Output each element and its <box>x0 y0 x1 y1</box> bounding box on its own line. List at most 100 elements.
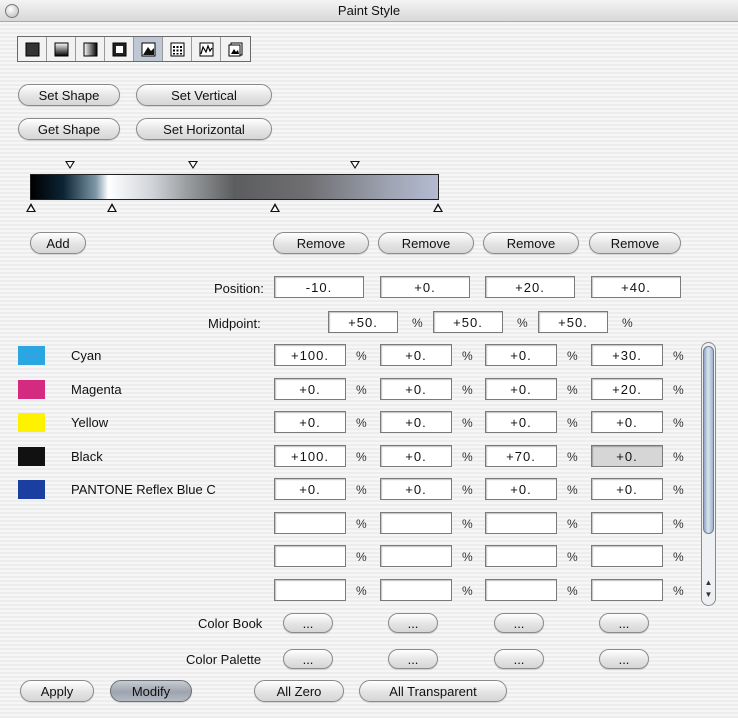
midpoint-field[interactable]: +50. <box>328 311 398 333</box>
ink-value-field[interactable] <box>274 545 346 567</box>
ink-value-field[interactable]: +0. <box>485 344 557 366</box>
midpoint-unit: % <box>517 316 528 330</box>
solid-fill-icon[interactable] <box>18 37 47 61</box>
color-book-button[interactable]: ... <box>494 613 544 633</box>
ink-value-field[interactable] <box>380 579 452 601</box>
ink-value-field[interactable]: +70. <box>485 445 557 467</box>
ink-value-field[interactable]: +0. <box>591 411 663 433</box>
ink-value-unit: % <box>462 517 473 531</box>
ink-value-field[interactable]: +0. <box>380 378 452 400</box>
midpoint-marker[interactable] <box>188 161 198 169</box>
midpoint-field[interactable]: +50. <box>433 311 503 333</box>
color-book-button[interactable]: ... <box>283 613 333 633</box>
ink-value-field[interactable] <box>274 512 346 534</box>
ink-value-unit: % <box>673 383 684 397</box>
horizontal-gradient-icon[interactable] <box>76 37 105 61</box>
ink-value-field[interactable]: +0. <box>380 478 452 500</box>
ink-value-unit: % <box>567 416 578 430</box>
midpoint-field[interactable]: +50. <box>538 311 608 333</box>
ink-value-field[interactable]: +0. <box>380 445 452 467</box>
ink-value-field[interactable]: +100. <box>274 445 346 467</box>
ink-value-field[interactable]: +0. <box>485 411 557 433</box>
color-stop-marker[interactable] <box>270 203 280 212</box>
ink-value-unit: % <box>567 450 578 464</box>
ink-value-field[interactable]: +0. <box>274 478 346 500</box>
wave-chart-icon[interactable] <box>192 37 221 61</box>
pattern-grid-icon[interactable] <box>163 37 192 61</box>
ink-value-field[interactable] <box>591 579 663 601</box>
ink-value-field[interactable] <box>380 545 452 567</box>
midpoint-marker[interactable] <box>65 161 75 169</box>
apply-button[interactable]: Apply <box>20 680 94 702</box>
all-transparent-button[interactable]: All Transparent <box>359 680 507 702</box>
ink-value-unit: % <box>673 483 684 497</box>
remove-stop-button[interactable]: Remove <box>483 232 579 254</box>
color-palette-label: Color Palette <box>186 652 262 667</box>
set-shape-button[interactable]: Set Shape <box>18 84 120 106</box>
color-stop-marker[interactable] <box>433 203 443 212</box>
color-palette-button[interactable]: ... <box>388 649 438 669</box>
position-field[interactable]: -10. <box>274 276 364 298</box>
color-palette-button[interactable]: ... <box>494 649 544 669</box>
ink-name: PANTONE Reflex Blue C <box>71 482 216 497</box>
ink-value-field[interactable]: +0. <box>485 378 557 400</box>
ink-value-unit: % <box>673 416 684 430</box>
midpoint-marker[interactable] <box>350 161 360 169</box>
midpoint-unit: % <box>412 316 423 330</box>
vertical-gradient-icon[interactable] <box>47 37 76 61</box>
ink-value-field[interactable]: +0. <box>274 378 346 400</box>
ink-value-field[interactable]: +0. <box>485 478 557 500</box>
ink-value-unit: % <box>356 517 367 531</box>
ink-value-field[interactable]: +0. <box>591 478 663 500</box>
ink-value-field[interactable]: +0. <box>591 445 663 467</box>
ink-swatch[interactable] <box>18 413 45 432</box>
color-stop-marker[interactable] <box>107 203 117 212</box>
position-field[interactable]: +0. <box>380 276 470 298</box>
ink-value-field[interactable] <box>591 545 663 567</box>
all-zero-button[interactable]: All Zero <box>254 680 344 702</box>
ink-swatch[interactable] <box>18 480 45 499</box>
ink-value-unit: % <box>673 550 684 564</box>
ink-swatch[interactable] <box>18 380 45 399</box>
position-field[interactable]: +40. <box>591 276 681 298</box>
square-gradient-icon[interactable] <box>105 37 134 61</box>
ink-value-field[interactable]: +0. <box>380 344 452 366</box>
color-book-button[interactable]: ... <box>388 613 438 633</box>
ink-value-field[interactable]: +30. <box>591 344 663 366</box>
ink-value-field[interactable]: +0. <box>274 411 346 433</box>
color-palette-button[interactable]: ... <box>599 649 649 669</box>
set-horizontal-button[interactable]: Set Horizontal <box>136 118 272 140</box>
ink-value-field[interactable] <box>274 579 346 601</box>
set-vertical-button[interactable]: Set Vertical <box>136 84 272 106</box>
ink-value-field[interactable]: +0. <box>380 411 452 433</box>
ink-value-unit: % <box>567 584 578 598</box>
ink-value-field[interactable] <box>591 512 663 534</box>
remove-stop-button[interactable]: Remove <box>273 232 369 254</box>
get-shape-button[interactable]: Get Shape <box>18 118 120 140</box>
ink-value-unit: % <box>462 349 473 363</box>
ink-swatch[interactable] <box>18 346 45 365</box>
remove-stop-button[interactable]: Remove <box>378 232 474 254</box>
scrollbar-thumb[interactable] <box>703 346 714 534</box>
modify-button[interactable]: Modify <box>110 680 192 702</box>
ink-value-field[interactable] <box>380 512 452 534</box>
ink-value-unit: % <box>356 416 367 430</box>
scroll-arrows-icon[interactable]: ▲ ▼ <box>703 577 714 603</box>
color-book-button[interactable]: ... <box>599 613 649 633</box>
color-palette-button[interactable]: ... <box>283 649 333 669</box>
ink-value-field[interactable]: +100. <box>274 344 346 366</box>
ink-value-field[interactable]: +20. <box>591 378 663 400</box>
ink-name: Yellow <box>71 415 109 430</box>
ink-value-unit: % <box>673 349 684 363</box>
add-stop-button[interactable]: Add <box>30 232 86 254</box>
ink-value-field[interactable] <box>485 512 557 534</box>
page-picture-icon[interactable] <box>221 37 250 61</box>
remove-stop-button[interactable]: Remove <box>589 232 681 254</box>
ink-value-field[interactable] <box>485 579 557 601</box>
ink-value-field[interactable] <box>485 545 557 567</box>
ink-name: Black <box>71 449 103 464</box>
position-field[interactable]: +20. <box>485 276 575 298</box>
ink-swatch[interactable] <box>18 447 45 466</box>
color-stop-marker[interactable] <box>26 203 36 212</box>
shape-gradient-icon[interactable] <box>134 37 163 61</box>
